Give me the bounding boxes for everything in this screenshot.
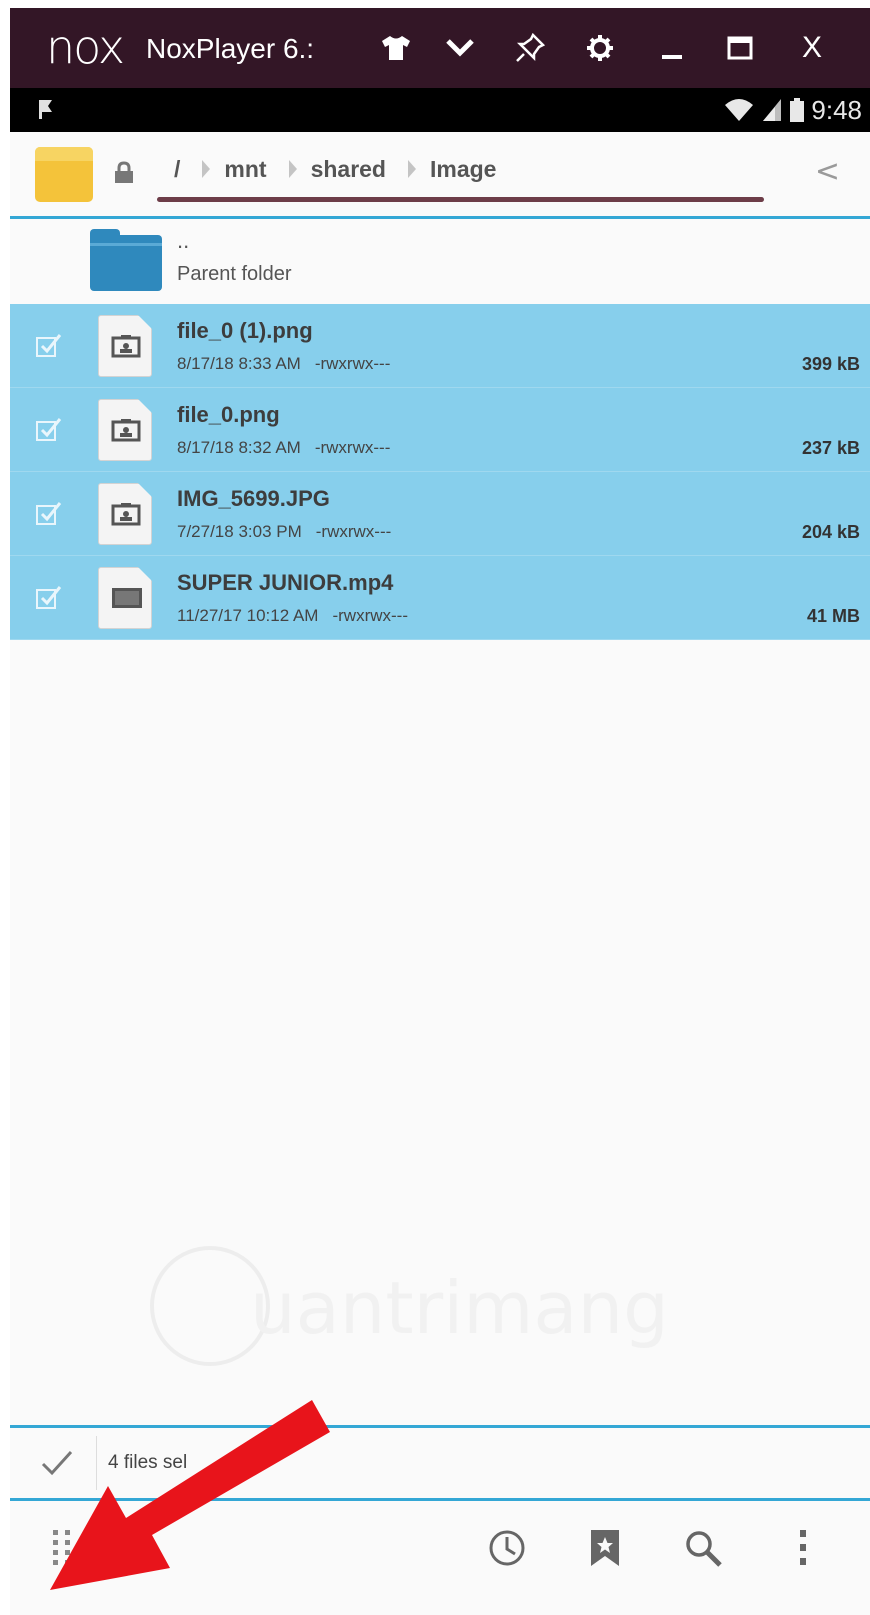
pin-icon[interactable] [508,26,552,70]
file-name: IMG_5699.JPG [177,486,330,511]
parent-folder-label: Parent folder [177,263,292,285]
crumb-shared[interactable]: shared [307,154,390,184]
checkbox-checked-icon[interactable] [36,416,62,442]
status-icons: 9:48 [723,94,862,126]
file-row[interactable]: IMG_5699.JPG 7/27/18 3:03 PM -rwxrwx--- 2… [10,472,870,556]
crumb-separator [202,160,211,178]
status-bar: 9:48 [10,88,870,132]
more-vert-icon[interactable] [778,1523,828,1573]
file-permissions: -rwxrwx--- [314,438,391,457]
window-title: NoxPlayer 6.: [146,33,315,64]
file-row[interactable]: file_0.png 8/17/18 8:32 AM -rwxrwx--- 237… [10,388,870,472]
parent-dots: .. [177,228,190,253]
maximize-icon[interactable] [718,26,762,70]
file-size: 237 kB [801,438,860,458]
file-name: file_0.png [177,402,280,427]
file-date: 8/17/18 8:32 AM [177,438,301,457]
file-meta: 8/17/18 8:32 AM -rwxrwx--- [177,438,390,458]
folder-icon[interactable] [35,147,93,202]
image-file-icon [98,315,152,377]
parent-folder-row[interactable]: .. Parent folder [10,220,870,304]
file-permissions: -rwxrwx--- [332,606,408,625]
image-file-icon [98,399,152,461]
file-meta: 7/27/18 3:03 PM -rwxrwx--- [177,522,391,542]
watermark: uantrimang [150,1246,730,1376]
signal-icon [763,99,782,121]
file-row[interactable]: SUPER JUNIOR.mp4 11/27/17 10:12 AM -rwxrw… [10,556,870,640]
video-file-icon [98,567,152,629]
checkbox-checked-icon[interactable] [36,332,62,358]
divider [10,216,870,219]
breadcrumb: / mnt shared Image [170,154,500,184]
watermark-text: uantrimang [250,1266,669,1350]
shirt-icon[interactable] [374,26,418,70]
crumb-separator [408,160,416,178]
gear-icon[interactable] [578,26,622,70]
notification-flag-icon [38,100,52,119]
crumb-root[interactable]: / [170,154,184,184]
clock-icon[interactable] [482,1523,532,1573]
chevron-left-icon[interactable]: < [815,154,840,189]
chevron-down-icon[interactable] [438,26,482,70]
crumb-separator [288,160,297,178]
nox-logo: nox [46,20,125,74]
folder-icon [90,229,162,291]
file-name: SUPER JUNIOR.mp4 [177,570,394,595]
bookmark-icon[interactable] [580,1523,630,1573]
image-file-icon [98,483,152,545]
file-size: 204 kB [801,522,860,542]
file-permissions: -rwxrwx--- [314,354,391,373]
file-date: 7/27/18 3:03 PM [177,522,302,541]
file-size: 41 MB [806,606,860,626]
lock-icon[interactable] [113,161,135,185]
minimize-icon[interactable] [650,26,694,70]
file-manager: / mnt shared Image < .. Parent folder fi… [10,132,870,1615]
file-row[interactable]: file_0 (1).png 8/17/18 8:33 AM -rwxrwx---… [10,304,870,388]
file-date: 11/27/17 10:12 AM [177,606,319,625]
wifi-icon [725,99,754,121]
file-meta: 11/27/17 10:12 AM -rwxrwx--- [177,606,408,626]
file-date: 8/17/18 8:33 AM [177,354,301,373]
crumb-mnt[interactable]: mnt [220,154,270,184]
file-name: file_0 (1).png [177,318,313,343]
file-size: 399 kB [801,354,860,374]
checkbox-checked-icon[interactable] [36,500,62,526]
path-bar: / mnt shared Image < [10,132,870,212]
file-meta: 8/17/18 8:33 AM -rwxrwx--- [177,354,390,374]
window-titlebar: nox NoxPlayer 6.: X [10,8,870,88]
status-time: 9:48 [811,95,862,125]
file-permissions: -rwxrwx--- [315,522,392,541]
battery-icon [790,98,805,122]
breadcrumb-underline [157,197,764,202]
crumb-image[interactable]: Image [426,154,500,184]
file-list: .. Parent folder file_0 (1).png 8/17/18 … [10,220,870,640]
close-icon[interactable]: X [790,26,834,70]
search-icon[interactable] [678,1523,728,1573]
checkbox-checked-icon[interactable] [36,584,62,610]
red-arrow-annotation [50,1400,330,1590]
